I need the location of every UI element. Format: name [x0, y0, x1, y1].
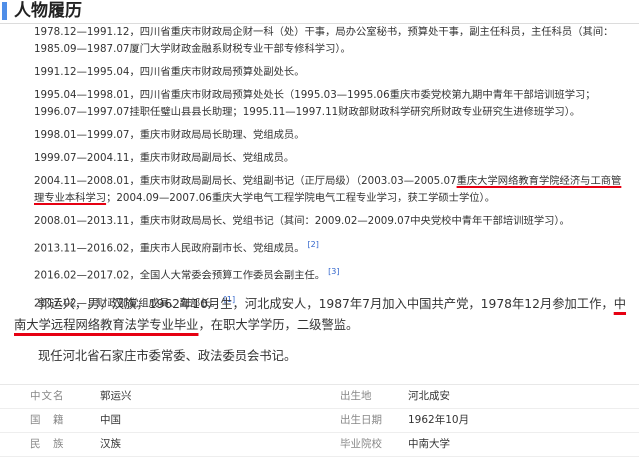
info-key: 出生地 [340, 390, 372, 402]
career-entry: 2013.11—2016.02，重庆市人民政府副市长、党组成员。 [2] [34, 236, 630, 257]
career-entry: 2008.01—2013.11，重庆市财政局局长、党组书记（其间：2009.02… [34, 213, 630, 230]
info-row: 国 籍 中国 出生日期 1962年10月 [0, 409, 639, 433]
info-value: 中南大学 [408, 438, 450, 450]
info-value: 1962年10月 [408, 414, 470, 426]
bio-paragraph: 郭运兴，男，汉族，1962年10月生，河北成安人，1987年7月加入中国共产党，… [14, 294, 632, 336]
career-entry-text: 2008.01—2013.11，重庆市财政局局长、党组书记（其间：2009.02… [34, 215, 570, 227]
career-entry-text: 1978.12—1991.12，四川省重庆市财政局企财一科（处）干事，局办公室秘… [34, 26, 614, 55]
info-key: 中文名 [30, 390, 65, 402]
career-entry-text: 1999.07—2004.11，重庆市财政局副局长、党组成员。 [34, 152, 295, 164]
career-list: 1978.12—1991.12，四川省重庆市财政局企财一科（处）干事，局办公室秘… [34, 24, 630, 312]
info-value: 汉族 [100, 438, 121, 450]
info-key: 毕业院校 [340, 438, 382, 450]
career-entry-text: ；2004.09—2007.06重庆大学电气工程学院电气工程专业学习，获工学硕士… [106, 192, 495, 204]
info-row: 民 族 汉族 毕业院校 中南大学 [0, 433, 639, 457]
career-entry: 1991.12—1995.04，四川省重庆市财政局预算处副处长。 [34, 64, 630, 81]
info-value: 河北成安 [408, 390, 450, 402]
career-entry-text: 2004.11—2008.01，重庆市财政局副局长、党组副书记（正厅局级）（20… [34, 175, 457, 187]
info-key: 民 族 [30, 438, 65, 450]
info-key: 国 籍 [30, 414, 65, 426]
career-entry: 1998.01—1999.07，重庆市财政局局长助理、党组成员。 [34, 127, 630, 144]
bio-text: 郭运兴，男，汉族，1962年10月生，河北成安人，1987年7月加入中国共产党，… [38, 297, 614, 311]
career-entry: 1978.12—1991.12，四川省重庆市财政局企财一科（处）干事，局办公室秘… [34, 24, 630, 58]
career-entry: 1999.07—2004.11，重庆市财政局副局长、党组成员。 [34, 150, 630, 167]
basic-info-table: 中文名 郭运兴 出生地 河北成安 国 籍 中国 出生日期 1962年10月 民 … [0, 384, 639, 457]
career-entry: 2016.02—2017.02，全国人大常委会预算工作委员会副主任。 [3] [34, 263, 630, 284]
info-value: 郭运兴 [100, 390, 132, 402]
section-marker [2, 2, 7, 20]
career-entry-text: 2016.02—2017.02，全国人大常委会预算工作委员会副主任。 [34, 269, 326, 282]
section-header: 人物履历 [0, 0, 639, 22]
section-title: 人物履历 [14, 1, 82, 21]
bio-text: ，在职大学学历，二级警监。 [198, 318, 359, 332]
career-entry-text: 2013.11—2016.02，重庆市人民政府副市长、党组成员。 [34, 242, 305, 255]
career-entry: 1995.04—1998.01，四川省重庆市财政局预算处处长（1995.03—1… [34, 87, 630, 121]
career-entry-text: 1998.01—1999.07，重庆市财政局局长助理、党组成员。 [34, 129, 305, 141]
career-entry: 2004.11—2008.01，重庆市财政局副局长、党组副书记（正厅局级）（20… [34, 173, 630, 207]
reference-link[interactable]: [3] [328, 267, 339, 276]
career-entry-text: 1991.12—1995.04，四川省重庆市财政局预算处副处长。 [34, 66, 305, 78]
current-position: 现任河北省石家庄市委常委、政法委员会书记。 [38, 349, 297, 363]
info-key: 出生日期 [340, 414, 382, 426]
career-entry-text: 1995.04—1998.01，四川省重庆市财政局预算处处长（1995.03—1… [34, 89, 596, 118]
info-value: 中国 [100, 414, 121, 426]
info-row: 中文名 郭运兴 出生地 河北成安 [0, 385, 639, 409]
reference-link[interactable]: [2] [308, 240, 319, 249]
